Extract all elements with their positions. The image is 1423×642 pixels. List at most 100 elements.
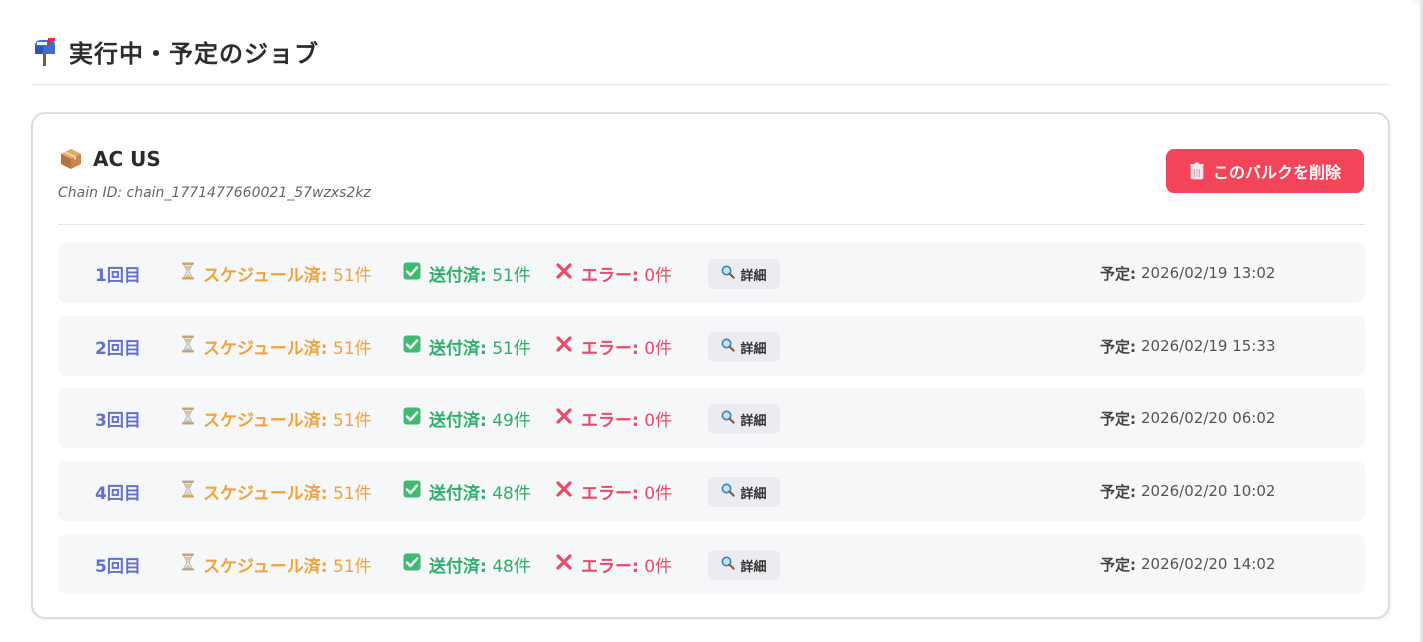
error-label: エラー: (581, 265, 639, 286)
run-row: 2回目 スケジュール済: 51件 送付済: 51件 エラー: 0件 詳細 予定:… (58, 316, 1365, 376)
scheduled-value: 51件 (333, 338, 372, 359)
search-icon (721, 410, 736, 428)
error-value: 0件 (644, 338, 673, 359)
planned-value: 2026/02/19 15:33 (1141, 337, 1276, 355)
delete-bulk-button[interactable]: このバルクを削除 (1166, 149, 1364, 193)
cross-icon (555, 553, 573, 576)
run-label: 2回目 (95, 338, 141, 359)
detail-button[interactable]: 詳細 (708, 404, 780, 434)
scheduled-label: スケジュール済: (203, 556, 328, 577)
bulk-card: AC US Chain ID: chain_1771477660021_57wz… (31, 112, 1390, 619)
scheduled-value: 51件 (333, 410, 372, 431)
card-divider (58, 224, 1365, 225)
run-label: 4回目 (95, 483, 141, 504)
run-label: 1回目 (95, 265, 141, 286)
planned-at: 予定: 2026/02/20 14:02 (1100, 534, 1275, 594)
detail-button[interactable]: 詳細 (708, 332, 780, 362)
detail-button[interactable]: 詳細 (708, 550, 780, 580)
run-row: 5回目 スケジュール済: 51件 送付済: 48件 エラー: 0件 詳細 予定:… (58, 534, 1365, 594)
scheduled-label: スケジュール済: (203, 265, 328, 286)
package-icon (59, 147, 83, 171)
run-label: 5回目 (95, 556, 141, 577)
run-row: 3回目 スケジュール済: 51件 送付済: 49件 エラー: 0件 詳細 予定:… (58, 388, 1365, 448)
scheduled-count: スケジュール済: 51件 (181, 534, 372, 594)
sent-label: 送付済: (429, 265, 487, 286)
hourglass-icon (181, 407, 195, 430)
planned-label: 予定: (1100, 482, 1136, 501)
trash-icon (1189, 162, 1205, 180)
error-value: 0件 (644, 410, 673, 431)
detail-label: 詳細 (740, 559, 767, 575)
cross-icon (555, 262, 573, 285)
detail-label: 詳細 (740, 268, 767, 284)
chain-id: Chain ID: chain_1771477660021_57wzxs2kz (58, 185, 371, 201)
run-label: 3回目 (95, 410, 141, 431)
error-value: 0件 (644, 556, 673, 577)
error-count: エラー: 0件 (555, 534, 672, 594)
jobs-panel: 実行中・予定のジョブ AC US Chain ID: chain_1771477… (0, 0, 1420, 642)
planned-at: 予定: 2026/02/19 13:02 (1100, 243, 1275, 303)
detail-button[interactable]: 詳細 (708, 259, 780, 289)
scheduled-label: スケジュール済: (203, 483, 328, 504)
hourglass-icon (181, 553, 195, 576)
sent-count: 送付済: 48件 (403, 461, 531, 521)
planned-label: 予定: (1100, 555, 1136, 574)
delete-bulk-label: このバルクを削除 (1212, 163, 1341, 182)
error-count: エラー: 0件 (555, 461, 672, 521)
planned-value: 2026/02/20 10:02 (1141, 482, 1276, 500)
detail-label: 詳細 (740, 341, 767, 357)
run-row: 1回目 スケジュール済: 51件 送付済: 51件 エラー: 0件 詳細 予定:… (58, 243, 1365, 303)
cross-icon (555, 335, 573, 358)
error-label: エラー: (581, 338, 639, 359)
planned-at: 予定: 2026/02/20 06:02 (1100, 388, 1275, 448)
sent-count: 送付済: 51件 (403, 243, 531, 303)
planned-value: 2026/02/20 06:02 (1141, 409, 1276, 427)
hourglass-icon (181, 262, 195, 285)
search-icon (721, 265, 736, 283)
error-label: エラー: (581, 483, 639, 504)
search-icon (721, 483, 736, 501)
detail-button[interactable]: 詳細 (708, 477, 780, 507)
search-icon (721, 556, 736, 574)
run-list: 1回目 スケジュール済: 51件 送付済: 51件 エラー: 0件 詳細 予定:… (58, 243, 1365, 607)
scheduled-count: スケジュール済: 51件 (181, 243, 372, 303)
mailbox-icon (31, 36, 59, 68)
error-count: エラー: 0件 (555, 316, 672, 376)
sent-value: 49件 (492, 410, 531, 431)
card-title-row: AC US (59, 147, 161, 171)
cross-icon (555, 407, 573, 430)
run-row: 4回目 スケジュール済: 51件 送付済: 48件 エラー: 0件 詳細 予定:… (58, 461, 1365, 521)
sent-value: 48件 (492, 556, 531, 577)
sent-label: 送付済: (429, 483, 487, 504)
check-icon (403, 553, 421, 576)
hourglass-icon (181, 335, 195, 358)
section-title: 実行中・予定のジョブ (69, 40, 319, 68)
planned-label: 予定: (1100, 337, 1136, 356)
planned-value: 2026/02/20 14:02 (1141, 555, 1276, 573)
sent-count: 送付済: 48件 (403, 534, 531, 594)
search-icon (721, 338, 736, 356)
sent-value: 51件 (492, 338, 531, 359)
hourglass-icon (181, 480, 195, 503)
error-label: エラー: (581, 556, 639, 577)
check-icon (403, 480, 421, 503)
sent-label: 送付済: (429, 410, 487, 431)
planned-label: 予定: (1100, 409, 1136, 428)
sent-count: 送付済: 51件 (403, 316, 531, 376)
check-icon (403, 335, 421, 358)
error-value: 0件 (644, 265, 673, 286)
sent-value: 51件 (492, 265, 531, 286)
planned-label: 予定: (1100, 264, 1136, 283)
scheduled-count: スケジュール済: 51件 (181, 388, 372, 448)
error-count: エラー: 0件 (555, 243, 672, 303)
scheduled-value: 51件 (333, 556, 372, 577)
detail-label: 詳細 (740, 486, 767, 502)
check-icon (403, 262, 421, 285)
scheduled-value: 51件 (333, 265, 372, 286)
section-divider (31, 84, 1390, 85)
scheduled-value: 51件 (333, 483, 372, 504)
sent-value: 48件 (492, 483, 531, 504)
sent-label: 送付済: (429, 338, 487, 359)
check-icon (403, 407, 421, 430)
card-title: AC US (93, 147, 161, 171)
